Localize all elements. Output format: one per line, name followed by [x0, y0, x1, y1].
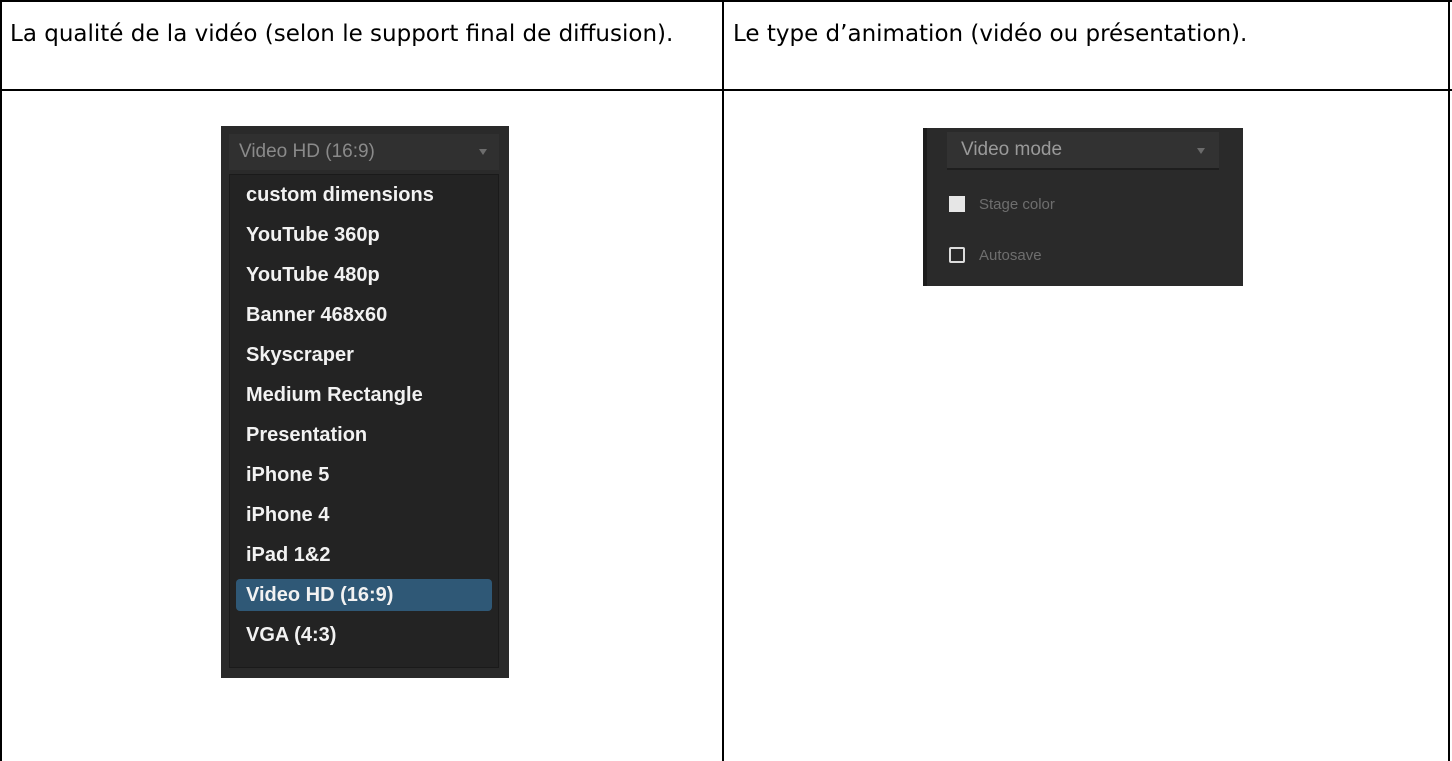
table-border-left — [0, 0, 2, 761]
option-ipad-1-2[interactable]: iPad 1&2 — [236, 539, 492, 571]
option-vga-4-3[interactable]: VGA (4:3) — [236, 619, 492, 651]
option-custom-dimensions[interactable]: custom dimensions — [236, 179, 492, 211]
autosave-label: Autosave — [979, 246, 1042, 264]
option-youtube-480p[interactable]: YouTube 480p — [236, 259, 492, 291]
mode-select[interactable]: Video mode — [947, 132, 1219, 170]
header-cell-animation-type: Le type d’animation (vidéo ou présentati… — [733, 21, 1248, 47]
stage-color-swatch[interactable] — [949, 196, 965, 212]
panel-edge — [923, 128, 927, 286]
table-border-top — [0, 0, 1452, 2]
quality-select-value: Video HD (16:9) — [239, 141, 375, 162]
mode-select-value: Video mode — [961, 139, 1063, 160]
quality-options-list: custom dimensions YouTube 360p YouTube 4… — [229, 174, 499, 668]
option-banner-468x60[interactable]: Banner 468x60 — [236, 299, 492, 331]
stage-color-row[interactable]: Stage color — [949, 192, 1055, 216]
table-border-right — [1448, 0, 1450, 761]
option-video-hd-selected[interactable]: Video HD (16:9) — [236, 579, 492, 611]
autosave-checkbox[interactable] — [949, 247, 965, 263]
animation-mode-screenshot: Video mode Stage color Autosave — [923, 128, 1243, 286]
quality-select[interactable]: Video HD (16:9) — [229, 134, 499, 170]
header-cell-quality: La qualité de la vidéo (selon le support… — [10, 21, 674, 47]
stage-color-label: Stage color — [979, 195, 1055, 213]
chevron-down-icon[interactable] — [479, 149, 487, 155]
autosave-row[interactable]: Autosave — [949, 243, 1042, 267]
table-row-divider — [0, 89, 1452, 91]
option-presentation[interactable]: Presentation — [236, 419, 492, 451]
option-youtube-360p[interactable]: YouTube 360p — [236, 219, 492, 251]
option-medium-rectangle[interactable]: Medium Rectangle — [236, 379, 492, 411]
chevron-down-icon[interactable] — [1197, 148, 1205, 154]
option-iphone-4[interactable]: iPhone 4 — [236, 499, 492, 531]
option-skyscraper[interactable]: Skyscraper — [236, 339, 492, 371]
table-column-divider — [722, 0, 724, 761]
option-iphone-5[interactable]: iPhone 5 — [236, 459, 492, 491]
quality-dropdown-screenshot: Video HD (16:9) custom dimensions YouTub… — [221, 126, 509, 678]
